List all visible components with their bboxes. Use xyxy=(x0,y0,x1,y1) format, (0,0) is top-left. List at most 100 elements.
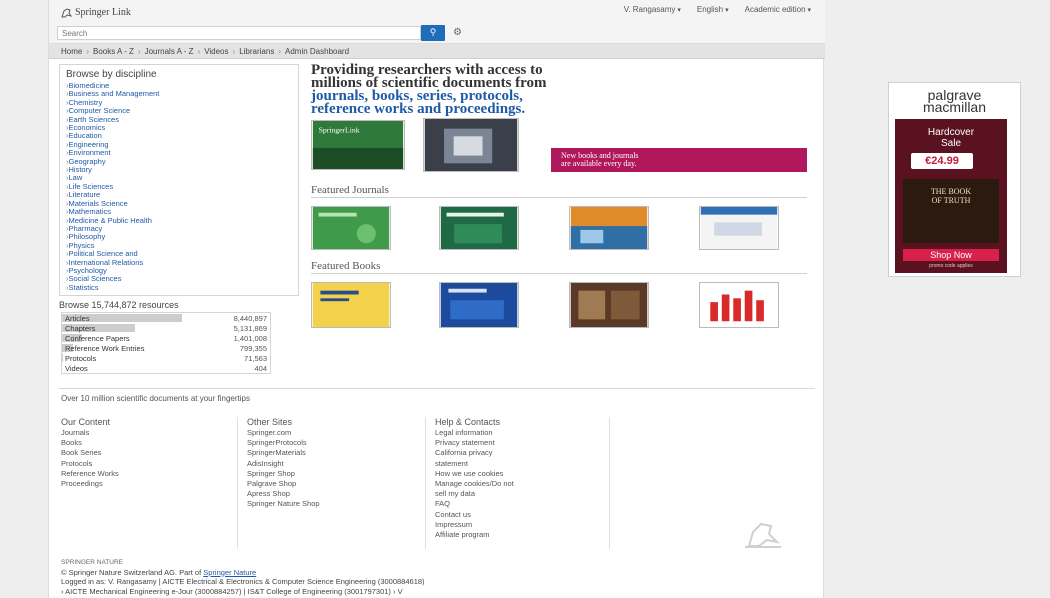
footer-link[interactable]: Springer Shop xyxy=(247,469,427,479)
user-menu[interactable]: V. Rangasamy xyxy=(624,5,681,14)
nav-books[interactable]: Books A - Z xyxy=(93,47,134,56)
footer-link[interactable]: Contact us xyxy=(435,510,615,520)
journal-cover[interactable] xyxy=(699,206,779,250)
footer-link[interactable]: SpringerMaterials xyxy=(247,448,427,458)
resource-browser: Browse 15,744,872 resources Articles 8,44… xyxy=(59,300,299,374)
ad-sale-line: Sale xyxy=(940,138,961,149)
featured-cover-image[interactable] xyxy=(423,118,519,172)
ad-fine-print: promo code applies xyxy=(929,263,973,269)
footer-column-title: Other Sites xyxy=(247,417,293,427)
footer-link[interactable]: statement xyxy=(435,459,615,469)
ad-book-title: OF TRUTH xyxy=(931,196,971,205)
page: Springer Link V. Rangasamy English Acade… xyxy=(48,0,825,598)
nav-journals[interactable]: Journals A - Z xyxy=(145,47,194,56)
discipline-link[interactable]: Geography xyxy=(66,157,292,166)
footer-tagline: Over 10 million scientific documents at … xyxy=(61,394,250,403)
book-cover[interactable] xyxy=(311,282,391,328)
footer-column-divider xyxy=(237,417,238,549)
footer-column-divider xyxy=(425,417,426,549)
footer-link[interactable]: FAQ xyxy=(435,499,615,509)
footer-link[interactable]: Impressum xyxy=(435,520,615,530)
footer-link[interactable]: Books xyxy=(61,438,241,448)
search-settings-icon[interactable]: ⚙ xyxy=(453,27,462,38)
footer-link[interactable]: Legal information xyxy=(435,428,615,438)
footer-link[interactable]: AdisInsight xyxy=(247,459,427,469)
language-menu[interactable]: English xyxy=(697,5,729,14)
footer-link[interactable]: Proceedings xyxy=(61,479,241,489)
resource-row[interactable]: Chapters 5,131,869 xyxy=(62,323,270,333)
footer-column-divider xyxy=(609,417,610,549)
resource-table: Articles 8,440,897 Chapters 5,131,869 Confer… xyxy=(61,312,271,374)
footer-link[interactable]: Book Series xyxy=(61,448,241,458)
resource-count: 799,355 xyxy=(239,343,267,353)
new-content-banner[interactable]: New books and journals are available eve… xyxy=(551,148,807,172)
resource-row[interactable]: Conference Papers 1,401,008 xyxy=(62,333,270,343)
resource-count: 71,563 xyxy=(244,353,267,363)
footer-link[interactable]: Palgrave Shop xyxy=(247,479,427,489)
footer-link[interactable]: Reference Works xyxy=(61,469,241,479)
journal-cover[interactable] xyxy=(439,206,519,250)
resource-label: Videos xyxy=(65,363,88,373)
palgrave-ad[interactable]: palgrave macmillan Hardcover Sale €24.99… xyxy=(888,82,1021,277)
resource-row[interactable]: Articles 8,440,897 xyxy=(62,313,270,323)
discipline-link[interactable]: Social Sciences xyxy=(66,274,292,283)
book-cover[interactable] xyxy=(569,282,649,328)
discipline-link[interactable]: Philosophy xyxy=(66,232,292,241)
search-button[interactable]: ⚲ xyxy=(421,25,445,41)
footer-link[interactable]: SpringerProtocols xyxy=(247,438,427,448)
resource-count: 8,440,897 xyxy=(233,313,267,323)
nav-separator: › xyxy=(232,46,236,56)
footer-link[interactable]: How we use cookies xyxy=(435,469,615,479)
springer-horse-icon xyxy=(61,7,72,17)
nav-separator: › xyxy=(278,46,281,56)
page-tagline: Providing researchers with access to mil… xyxy=(311,63,731,117)
footer-column-title: Help & Contacts xyxy=(435,417,501,427)
footer-link[interactable]: Privacy statement xyxy=(435,438,615,448)
footer-column-content: Our Content Journals Books Book Series P… xyxy=(61,417,241,489)
footer-divider xyxy=(59,388,815,389)
logo-text: Springer Link xyxy=(75,7,131,18)
ad-book-cover: THE BOOK OF TRUTH xyxy=(903,179,999,243)
resource-label: Protocols xyxy=(65,353,97,363)
edition-menu[interactable]: Academic edition xyxy=(745,5,811,14)
footer-column-other-sites: Other Sites Springer.com SpringerProtoco… xyxy=(247,417,427,510)
resource-label: Reference Work Entries xyxy=(65,343,145,353)
footer-link[interactable]: California privacy xyxy=(435,448,615,458)
footer-link[interactable]: Journals xyxy=(61,428,241,438)
hero-row: SpringerLink New books and journals are … xyxy=(311,118,811,174)
ad-price: €24.99 xyxy=(911,153,973,169)
nav-admin-dashboard[interactable]: Admin Dashboard xyxy=(285,47,349,56)
book-cover[interactable] xyxy=(699,282,779,328)
springer-link-logo[interactable]: Springer Link xyxy=(61,7,131,18)
book-cover[interactable] xyxy=(439,282,519,328)
resource-count: 5,131,869 xyxy=(233,323,267,333)
resource-label: Conference Papers xyxy=(65,333,130,343)
promo-line: are available every day. xyxy=(561,159,637,168)
nav-librarians[interactable]: Librarians xyxy=(239,47,274,56)
footer-link[interactable]: sell my data xyxy=(435,489,615,499)
footer-link[interactable]: Protocols xyxy=(61,459,241,469)
footer-link[interactable]: Springer.com xyxy=(247,428,427,438)
journal-cover[interactable] xyxy=(311,206,391,250)
shop-now-button[interactable]: Shop Now xyxy=(903,249,999,261)
discipline-link[interactable]: History xyxy=(66,165,292,174)
logged-in-line: › AICTE Mechanical Engineering e-Jour (3… xyxy=(61,586,403,596)
resource-count: 404 xyxy=(254,363,267,373)
resource-row[interactable]: Protocols 71,563 xyxy=(62,353,270,363)
search-icon: ⚲ xyxy=(429,27,437,37)
footer-link[interactable]: Manage cookies/Do not xyxy=(435,479,615,489)
nav-videos[interactable]: Videos xyxy=(204,47,228,56)
footer-link[interactable]: Affiliate program xyxy=(435,530,615,540)
springer-nature-label: SPRINGER NATURE xyxy=(61,559,123,566)
journal-cover[interactable] xyxy=(569,206,649,250)
discipline-link[interactable]: Statistics xyxy=(66,283,292,292)
nav-separator: › xyxy=(137,46,141,56)
footer-link[interactable]: Apress Shop xyxy=(247,489,427,499)
resource-row[interactable]: Videos 404 xyxy=(62,363,270,373)
resource-row[interactable]: Reference Work Entries 799,355 xyxy=(62,343,270,353)
footer-link[interactable]: Springer Nature Shop xyxy=(247,499,427,509)
springer-nature-link[interactable]: Springer Nature xyxy=(203,568,256,577)
nav-home[interactable]: Home xyxy=(61,47,82,56)
featured-cover-image[interactable]: SpringerLink xyxy=(311,120,405,170)
search-input[interactable]: Search xyxy=(57,26,421,40)
